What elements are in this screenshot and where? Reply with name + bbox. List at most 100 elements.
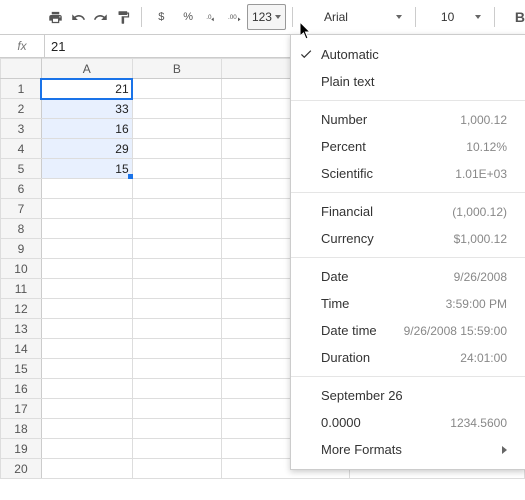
row-header[interactable]: 5 xyxy=(1,159,42,179)
cell[interactable] xyxy=(41,399,132,419)
cell-a1[interactable]: 21 xyxy=(41,79,132,99)
cell-a2[interactable]: 33 xyxy=(41,99,132,119)
cell[interactable] xyxy=(132,99,222,119)
percent-button[interactable]: % xyxy=(175,5,202,29)
menu-item-number[interactable]: Number1,000.12 xyxy=(291,106,525,133)
row-header[interactable]: 14 xyxy=(1,339,42,359)
cell[interactable] xyxy=(132,139,222,159)
row-header[interactable]: 15 xyxy=(1,359,42,379)
cell[interactable] xyxy=(132,459,222,479)
cell[interactable] xyxy=(41,239,132,259)
row-header[interactable]: 9 xyxy=(1,239,42,259)
row-header[interactable]: 1 xyxy=(1,79,42,99)
row-header[interactable]: 11 xyxy=(1,279,42,299)
currency-button[interactable]: $ xyxy=(148,5,175,29)
menu-item-percent[interactable]: Percent10.12% xyxy=(291,133,525,160)
menu-item-custom-date[interactable]: September 26 xyxy=(291,382,525,409)
cell[interactable] xyxy=(132,419,222,439)
cell[interactable] xyxy=(132,79,222,99)
cell[interactable] xyxy=(132,379,222,399)
cell[interactable] xyxy=(41,299,132,319)
row-header[interactable]: 19 xyxy=(1,439,42,459)
cell[interactable] xyxy=(41,179,132,199)
cell-a3[interactable]: 16 xyxy=(41,119,132,139)
cell[interactable] xyxy=(41,359,132,379)
cell[interactable] xyxy=(41,419,132,439)
more-formats-label: 123 xyxy=(252,10,272,24)
cell[interactable] xyxy=(132,159,222,179)
menu-item-sample: 1234.5600 xyxy=(450,416,507,430)
menu-item-more-formats[interactable]: More Formats xyxy=(291,436,525,463)
cell[interactable] xyxy=(41,259,132,279)
cell[interactable] xyxy=(132,199,222,219)
menu-item-time[interactable]: Time3:59:00 PM xyxy=(291,290,525,317)
cell[interactable] xyxy=(132,319,222,339)
menu-item-date-time[interactable]: Date time9/26/2008 15:59:00 xyxy=(291,317,525,344)
menu-item-financial[interactable]: Financial(1,000.12) xyxy=(291,198,525,225)
cell[interactable] xyxy=(41,279,132,299)
row-header[interactable]: 13 xyxy=(1,319,42,339)
menu-item-sample: 24:01:00 xyxy=(460,351,507,365)
font-size-select[interactable]: 10 xyxy=(434,5,488,29)
toolbar-separator xyxy=(292,7,293,27)
column-header-b[interactable]: B xyxy=(132,59,222,79)
cell-a4[interactable]: 29 xyxy=(41,139,132,159)
menu-item-sample: 9/26/2008 15:59:00 xyxy=(404,324,507,338)
menu-item-currency[interactable]: Currency$1,000.12 xyxy=(291,225,525,252)
cell[interactable] xyxy=(132,439,222,459)
row-header[interactable]: 16 xyxy=(1,379,42,399)
cell[interactable] xyxy=(132,179,222,199)
paint-format-icon[interactable] xyxy=(112,5,135,29)
undo-icon[interactable] xyxy=(67,5,90,29)
select-all-corner[interactable] xyxy=(1,59,42,79)
print-icon[interactable] xyxy=(44,5,67,29)
cell[interactable] xyxy=(41,379,132,399)
row-header[interactable]: 4 xyxy=(1,139,42,159)
cell[interactable] xyxy=(132,279,222,299)
formula-value[interactable]: 21 xyxy=(45,39,65,54)
cell[interactable] xyxy=(41,219,132,239)
cell[interactable] xyxy=(132,259,222,279)
increase-decimal-icon[interactable]: .00 xyxy=(224,5,247,29)
menu-item-sample: 10.12% xyxy=(466,140,507,154)
row-header[interactable]: 10 xyxy=(1,259,42,279)
row-header[interactable]: 17 xyxy=(1,399,42,419)
row-header[interactable]: 3 xyxy=(1,119,42,139)
row-header[interactable]: 12 xyxy=(1,299,42,319)
row-header[interactable]: 8 xyxy=(1,219,42,239)
cell-a5[interactable]: 15 xyxy=(41,159,132,179)
menu-item-plain-text[interactable]: Plain text xyxy=(291,68,525,95)
cell[interactable] xyxy=(132,299,222,319)
cell[interactable] xyxy=(41,459,132,479)
cell[interactable] xyxy=(132,119,222,139)
cell[interactable] xyxy=(132,219,222,239)
more-formats-button[interactable]: 123 xyxy=(247,4,286,30)
cell[interactable] xyxy=(132,399,222,419)
menu-item-custom-number[interactable]: 0.00001234.5600 xyxy=(291,409,525,436)
menu-item-label: Financial xyxy=(321,204,373,219)
cell[interactable] xyxy=(132,339,222,359)
cell[interactable] xyxy=(41,339,132,359)
cell[interactable] xyxy=(41,319,132,339)
row-header[interactable]: 6 xyxy=(1,179,42,199)
menu-item-sample: 1.01E+03 xyxy=(455,167,507,181)
submenu-arrow-icon xyxy=(502,446,507,454)
decrease-decimal-icon[interactable]: .0 xyxy=(201,5,224,29)
row-header[interactable]: 7 xyxy=(1,199,42,219)
cell[interactable] xyxy=(41,199,132,219)
cell[interactable] xyxy=(132,359,222,379)
menu-item-automatic[interactable]: Automatic xyxy=(291,41,525,68)
cell[interactable] xyxy=(132,239,222,259)
menu-item-label: Currency xyxy=(321,231,374,246)
column-header-a[interactable]: A xyxy=(41,59,132,79)
row-header[interactable]: 20 xyxy=(1,459,42,479)
redo-icon[interactable] xyxy=(90,5,113,29)
font-family-select[interactable]: Arial xyxy=(317,5,409,29)
menu-item-date[interactable]: Date9/26/2008 xyxy=(291,263,525,290)
cell[interactable] xyxy=(41,439,132,459)
bold-button[interactable]: B xyxy=(515,9,525,25)
row-header[interactable]: 2 xyxy=(1,99,42,119)
row-header[interactable]: 18 xyxy=(1,419,42,439)
menu-item-scientific[interactable]: Scientific1.01E+03 xyxy=(291,160,525,187)
menu-item-duration[interactable]: Duration24:01:00 xyxy=(291,344,525,371)
